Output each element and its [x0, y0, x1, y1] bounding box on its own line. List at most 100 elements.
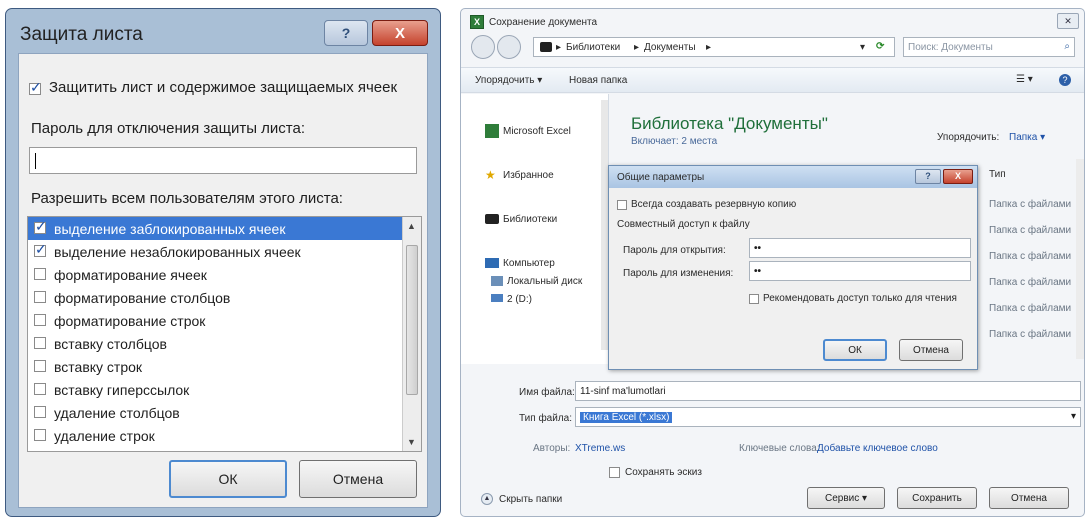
modify-password-input[interactable]: •• — [749, 261, 971, 281]
permission-item[interactable]: ✓ выделение заблокированных ячеек — [28, 217, 403, 240]
arrange-dropdown[interactable]: Папка ▾ — [1009, 132, 1045, 143]
permissions-list[interactable]: ✓ выделение заблокированных ячеек ✓ выделен… — [27, 216, 422, 452]
permission-item[interactable]: ✓ выделение незаблокированных ячеек — [28, 240, 403, 263]
organize-menu[interactable]: Упорядочить ▾ — [475, 75, 542, 86]
content-scrollbar[interactable] — [1076, 159, 1084, 359]
permission-checkbox[interactable] — [34, 291, 46, 303]
authors-label: Авторы: — [533, 443, 571, 454]
address-bar[interactable]: ▸ Библиотеки ▸ Документы ▸ ▾ ⟳ — [533, 37, 895, 57]
readonly-recommended-checkbox[interactable] — [749, 294, 759, 304]
nav-libraries[interactable]: Библиотеки — [503, 214, 557, 225]
permission-label: выделение незаблокированных ячеек — [54, 243, 301, 260]
authors-value[interactable]: XTreme.ws — [575, 443, 625, 454]
filename-input[interactable]: 11-sinf ma'lumotlari — [575, 381, 1081, 401]
permission-item[interactable]: вставку гиперссылок — [28, 378, 403, 401]
scroll-down-icon[interactable]: ▼ — [407, 437, 416, 447]
cancel-button[interactable]: Отмена — [899, 339, 963, 361]
refresh-icon[interactable]: ⟳ — [876, 41, 884, 52]
computer-icon — [485, 258, 499, 268]
nav-local-disk[interactable]: Локальный диск — [507, 276, 582, 287]
file-type-cell[interactable]: Папка с файлами — [989, 251, 1071, 262]
nav-drive-d[interactable]: 2 (D:) — [507, 294, 532, 305]
permission-item[interactable]: вставку строк — [28, 355, 403, 378]
save-thumbnail-checkbox[interactable] — [609, 467, 620, 478]
scroll-thumb[interactable] — [406, 245, 418, 395]
hide-folders-button[interactable]: Скрыть папки — [499, 494, 562, 505]
dialog-title: Защита листа — [20, 24, 143, 45]
readonly-recommended-label: Рекомендовать доступ только для чтения — [763, 293, 957, 304]
close-button[interactable]: X — [943, 169, 973, 184]
save-thumbnail-label: Сохранять эскиз — [625, 467, 702, 478]
nav-excel[interactable]: Microsoft Excel — [503, 126, 571, 137]
nav-computer[interactable]: Компьютер — [503, 258, 555, 269]
open-password-input[interactable]: •• — [749, 238, 971, 258]
file-type-cell[interactable]: Папка с файлами — [989, 225, 1071, 236]
service-button[interactable]: Сервис ▾ — [807, 487, 885, 509]
checkmark-icon: ✓ — [35, 218, 47, 234]
new-folder-button[interactable]: Новая папка — [569, 75, 627, 86]
permission-checkbox[interactable]: ✓ — [34, 241, 47, 257]
file-type-cell[interactable]: Папка с файлами — [989, 277, 1071, 288]
permission-item[interactable]: форматирование ячеек — [28, 263, 403, 286]
close-button[interactable]: X — [372, 20, 428, 46]
permission-checkbox[interactable] — [34, 406, 46, 418]
dialog-body: ✓ Защитить лист и содержимое защищаемых … — [18, 53, 428, 508]
dropdown-arrow-icon: ▾ — [1070, 411, 1076, 422]
help-button[interactable]: ? — [915, 169, 941, 184]
save-button[interactable]: Сохранить — [897, 487, 977, 509]
drive-icon — [491, 294, 503, 302]
file-type-cell[interactable]: Папка с файлами — [989, 303, 1071, 314]
file-type-cell[interactable]: Папка с файлами — [989, 329, 1071, 340]
toolbar: Упорядочить ▾ Новая папка ☰ ▾ ? — [461, 67, 1084, 93]
scroll-up-icon[interactable]: ▲ — [407, 221, 416, 231]
search-icon: ⌕ — [1064, 41, 1070, 52]
dialog-title: Общие параметры — [617, 172, 705, 183]
permission-checkbox[interactable] — [34, 383, 46, 395]
file-type-cell[interactable]: Папка с файлами — [989, 199, 1071, 210]
nav-scrollbar[interactable] — [601, 100, 608, 350]
permission-checkbox[interactable] — [34, 268, 46, 280]
cancel-button[interactable]: Отмена — [989, 487, 1069, 509]
service-label: Сервис — [824, 492, 860, 504]
permission-checkbox[interactable]: ✓ — [34, 218, 47, 234]
permission-label: удаление столбцов — [54, 404, 180, 421]
permission-item[interactable]: удаление строк — [28, 424, 403, 447]
help-icon[interactable]: ? — [1059, 74, 1071, 86]
permission-item[interactable]: удаление столбцов — [28, 401, 403, 424]
breadcrumb-libraries[interactable]: Библиотеки — [566, 42, 620, 53]
ok-button[interactable]: ОК — [823, 339, 887, 361]
permission-checkbox[interactable] — [34, 360, 46, 372]
protect-sheet-checkbox[interactable]: ✓ — [29, 79, 42, 95]
list-scrollbar[interactable]: ▲ ▼ — [402, 217, 421, 451]
allow-users-label: Разрешить всем пользователям этого листа… — [31, 190, 343, 207]
permission-checkbox[interactable] — [34, 314, 46, 326]
excel-icon: X — [470, 15, 484, 29]
ok-button[interactable]: ОК — [169, 460, 287, 498]
filetype-select[interactable]: Книга Excel (*.xlsx) ▾ — [575, 407, 1081, 427]
views-icon[interactable]: ☰ ▾ — [1016, 74, 1033, 85]
permission-item[interactable]: форматирование строк — [28, 309, 403, 332]
permission-checkbox[interactable] — [34, 429, 46, 441]
cancel-button[interactable]: Отмена — [299, 460, 417, 498]
permission-item[interactable]: форматирование столбцов — [28, 286, 403, 309]
library-subtitle: Включает: 2 места — [631, 136, 718, 147]
collapse-icon[interactable]: ▲ — [481, 493, 493, 505]
breadcrumb-sep: ▸ — [634, 42, 640, 53]
dropdown-arrow-icon[interactable]: ▾ — [860, 42, 865, 53]
breadcrumb-documents[interactable]: Документы — [644, 42, 696, 53]
search-input[interactable]: Поиск: Документы ⌕ — [903, 37, 1075, 57]
forward-icon[interactable] — [497, 35, 521, 59]
checkmark-icon: ✓ — [30, 79, 42, 95]
help-button[interactable]: ? — [324, 20, 368, 46]
password-input[interactable] — [29, 147, 417, 174]
permission-item[interactable]: вставку столбцов — [28, 332, 403, 355]
permission-checkbox[interactable] — [34, 337, 46, 349]
back-icon[interactable] — [471, 35, 495, 59]
backup-checkbox[interactable] — [617, 200, 627, 210]
nav-favorites[interactable]: Избранное — [503, 170, 554, 181]
filetype-label: Тип файла: — [519, 413, 572, 424]
column-header-type[interactable]: Тип — [989, 169, 1006, 180]
close-window-icon[interactable]: ✕ — [1057, 13, 1079, 29]
keywords-value[interactable]: Добавьте ключевое слово — [817, 443, 938, 454]
filetype-value: Книга Excel (*.xlsx) — [580, 411, 673, 423]
